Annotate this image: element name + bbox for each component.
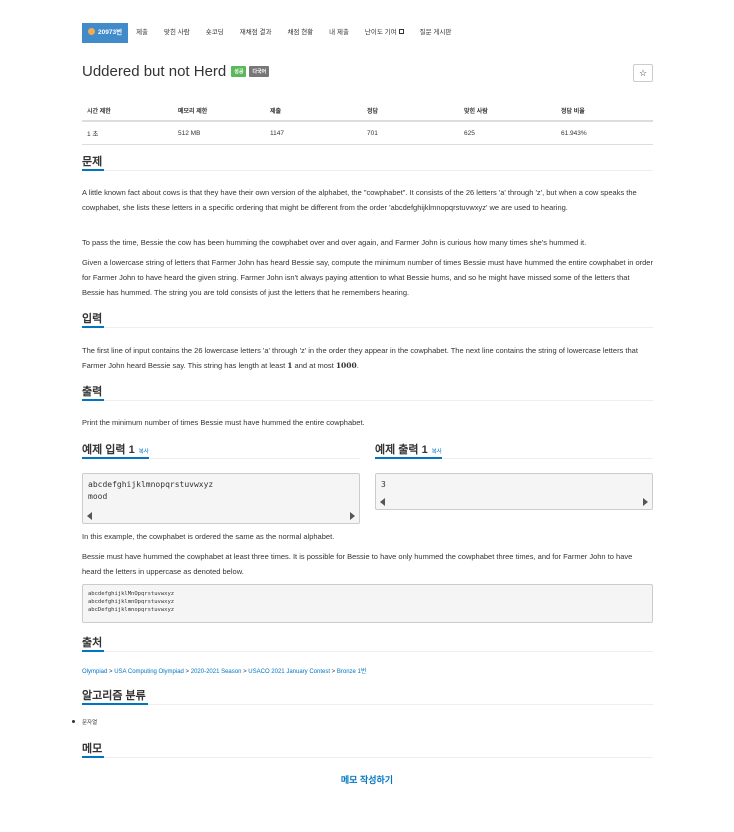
problem-page: 20973번 제출 맞힌 사람 숏코딩 재채점 결과 채점 현황 내 제출 난이… bbox=[0, 0, 734, 832]
nav-solved-users[interactable]: 맞힌 사람 bbox=[156, 23, 198, 43]
multilang-badge: 다국어 bbox=[249, 66, 270, 77]
problem-nav: 20973번 제출 맞힌 사람 숏코딩 재채점 결과 채점 현황 내 제출 난이… bbox=[82, 23, 459, 43]
explanation-code: abcdefghijklMnOpqrstuvwxyz abcdefghijklm… bbox=[82, 584, 653, 623]
info-header: 맞힌 사람 bbox=[459, 101, 556, 122]
info-value: 512 MB bbox=[173, 121, 265, 145]
problem-info-table: 시간 제한 메모리 제한 제출 정답 맞힌 사람 정답 비율 1 초 512 M… bbox=[82, 101, 653, 145]
info-value: 1147 bbox=[265, 121, 362, 145]
scroll-right-icon[interactable] bbox=[643, 498, 648, 506]
algorithm-heading: 알고리즘 분류 bbox=[82, 687, 653, 705]
horizontal-scrollbar[interactable] bbox=[380, 497, 648, 506]
success-badge: 성공 bbox=[231, 66, 247, 77]
external-link-icon bbox=[398, 29, 404, 34]
sample-output-box[interactable]: 3 bbox=[375, 473, 653, 510]
description-p2: To pass the time, Bessie the cow has bee… bbox=[82, 238, 587, 247]
source-link-problem[interactable]: Bronze 1번 bbox=[337, 669, 367, 675]
nav-question-board[interactable]: 질문 게시판 bbox=[412, 23, 460, 43]
info-header: 정답 비율 bbox=[556, 101, 653, 122]
info-value: 1 초 bbox=[82, 121, 173, 145]
description-p1: A little known fact about cows is that t… bbox=[82, 188, 637, 212]
output-description: Print the minimum number of times Bessie… bbox=[82, 418, 365, 427]
star-button[interactable]: ☆ bbox=[633, 64, 653, 82]
source-heading: 출처 bbox=[82, 634, 653, 652]
sample-input-text: abcdefghijklmnopqrstuvwxyz mood bbox=[88, 480, 214, 501]
source-link-season[interactable]: 2020-2021 Season bbox=[191, 669, 242, 675]
output-heading: 출력 bbox=[82, 383, 653, 401]
source-link-contest[interactable]: USACO 2021 January Contest bbox=[248, 669, 330, 675]
title-row: Uddered but not Herd 성공 다국어 bbox=[82, 63, 270, 80]
source-breadcrumb: Olympiad > USA Computing Olympiad > 2020… bbox=[82, 669, 367, 675]
nav-rejudge-results[interactable]: 재채점 결과 bbox=[232, 23, 280, 43]
nav-submit[interactable]: 제출 bbox=[128, 23, 156, 43]
nav-status[interactable]: 채점 현황 bbox=[279, 23, 321, 43]
info-header-row: 시간 제한 메모리 제한 제출 정답 맞힌 사람 정답 비율 bbox=[82, 101, 653, 122]
horizontal-scrollbar[interactable] bbox=[87, 511, 355, 520]
bullet-icon bbox=[72, 720, 75, 723]
memo-heading: 메모 bbox=[82, 740, 653, 758]
copy-sample-input-button[interactable]: 복사 bbox=[139, 449, 149, 455]
sample-input-box[interactable]: abcdefghijklmnopqrstuvwxyz mood bbox=[82, 473, 360, 524]
source-link-olympiad[interactable]: Olympiad bbox=[82, 669, 107, 675]
info-value: 625 bbox=[459, 121, 556, 145]
input-description: The first line of input contains the 26 … bbox=[82, 346, 638, 370]
nav-short-coding[interactable]: 숏코딩 bbox=[198, 23, 232, 43]
scroll-left-icon[interactable] bbox=[380, 498, 385, 506]
info-value: 61.943% bbox=[556, 121, 653, 145]
info-value: 701 bbox=[362, 121, 459, 145]
description-p3: Given a lowercase string of letters that… bbox=[82, 258, 653, 297]
problem-title: Uddered but not Herd bbox=[82, 63, 227, 80]
description-heading: 문제 bbox=[82, 153, 653, 171]
input-heading: 입력 bbox=[82, 310, 653, 328]
explanation-p2: Bessie must have hummed the cowphabet at… bbox=[82, 552, 633, 576]
algorithm-tag[interactable]: 문자열 bbox=[72, 718, 97, 726]
explanation-p1: In this example, the cowphabet is ordere… bbox=[82, 532, 335, 541]
info-value-row: 1 초 512 MB 1147 701 625 61.943% bbox=[82, 121, 653, 145]
nav-my-submissions[interactable]: 내 제출 bbox=[321, 23, 357, 43]
source-link-usaco[interactable]: USA Computing Olympiad bbox=[114, 669, 184, 675]
info-header: 메모리 제한 bbox=[173, 101, 265, 122]
sample-output-heading: 예제 출력 1 복사 bbox=[375, 441, 653, 459]
nav-difficulty-contribution[interactable]: 난이도 기여 bbox=[357, 23, 412, 43]
info-header: 시간 제한 bbox=[82, 101, 173, 122]
sample-output-text: 3 bbox=[381, 480, 386, 489]
write-memo-button[interactable]: 메모 작성하기 bbox=[0, 773, 734, 786]
medal-icon bbox=[88, 28, 95, 35]
info-header: 제출 bbox=[265, 101, 362, 122]
scroll-right-icon[interactable] bbox=[350, 512, 355, 520]
star-icon: ☆ bbox=[638, 68, 648, 78]
nav-problem-number[interactable]: 20973번 bbox=[82, 23, 129, 43]
info-header: 정답 bbox=[362, 101, 459, 122]
scroll-left-icon[interactable] bbox=[87, 512, 92, 520]
copy-sample-output-button[interactable]: 복사 bbox=[432, 449, 442, 455]
sample-input-heading: 예제 입력 1 복사 bbox=[82, 441, 360, 459]
